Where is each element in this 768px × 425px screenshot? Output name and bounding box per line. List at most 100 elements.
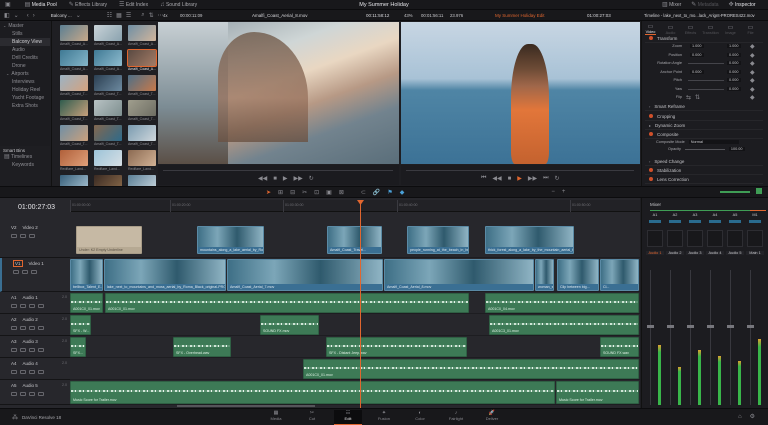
inspector-section-cropping[interactable]: Cropping	[645, 112, 763, 121]
mixer-eq-box[interactable]	[667, 230, 683, 247]
transform-y-field[interactable]: 0.000	[727, 52, 741, 57]
audio-clip[interactable]: A001C0_01.mov	[303, 359, 639, 379]
lock-icon[interactable]	[11, 304, 17, 308]
track-header-v2[interactable]: V2 Video 2	[0, 222, 70, 258]
solo-icon[interactable]	[29, 234, 35, 238]
bin-item[interactable]: Balcony View	[0, 38, 50, 46]
snapping-icon[interactable]: ⊂	[361, 189, 366, 196]
page-deliver[interactable]: 🚀 Deliver	[478, 410, 506, 421]
solo-icon[interactable]	[29, 326, 35, 330]
mixer-fader-track[interactable]	[710, 270, 711, 405]
media-clip-thumbnail[interactable]	[94, 150, 122, 166]
fast-forward-icon[interactable]: ▶▶	[528, 175, 537, 182]
audio-clip[interactable]: A001C3_01.mov	[489, 315, 639, 335]
stop-icon[interactable]: ■	[273, 176, 277, 182]
enable-toggle[interactable]	[649, 168, 653, 172]
audio-clip[interactable]: SFX - W...	[70, 315, 91, 335]
bin-item[interactable]: Extra Shots	[0, 102, 50, 110]
mixer-bus-assign[interactable]	[649, 220, 661, 223]
inspector-tab-image[interactable]: ▭ Image	[725, 24, 736, 35]
opacity-field[interactable]: 100.00	[728, 147, 745, 151]
keyframe-icon[interactable]: ◆	[750, 52, 755, 59]
chevron-down-icon[interactable]: ⌄	[6, 70, 9, 78]
keyframe-icon[interactable]: ◆	[750, 86, 755, 93]
solo-icon[interactable]	[29, 370, 35, 374]
transform-section[interactable]: Transform	[645, 34, 763, 43]
flag-icon[interactable]: ⚑	[387, 189, 392, 196]
media-clip-thumbnail[interactable]	[128, 75, 156, 91]
sidebar-toggle-icon[interactable]: ◧	[4, 12, 10, 19]
transform-y-field[interactable]: 0.000	[727, 69, 741, 74]
zoom-in-icon[interactable]: +	[562, 189, 566, 195]
inspector-tab-transition[interactable]: ▭ Transition	[702, 24, 719, 35]
keyframe-icon[interactable]: ◆	[750, 69, 755, 76]
search-icon[interactable]: ⌕	[141, 12, 144, 19]
loop-icon[interactable]: ↻	[309, 175, 314, 182]
audio-clip[interactable]: SFX...	[70, 337, 86, 357]
track-header-a3[interactable]: A3 Audio 3 2.0	[0, 336, 70, 358]
program-scrubber[interactable]	[406, 170, 634, 171]
bin-item[interactable]: Audio	[0, 46, 50, 54]
video-clip[interactable]: Clip between big...	[557, 259, 599, 291]
transform-slider[interactable]	[688, 80, 724, 81]
audio-clip[interactable]: SOUND FX.wav	[600, 337, 639, 357]
track-header-a5[interactable]: A5 Audio 5 2.0	[0, 380, 70, 405]
enable-toggle[interactable]	[649, 177, 653, 181]
track-header-v1[interactable]: V1 Video 1	[0, 258, 70, 292]
transform-y-field[interactable]: 1.000	[727, 44, 741, 48]
rewind-icon[interactable]: ◀◀	[258, 175, 267, 182]
transform-value-field[interactable]: 0.000	[727, 86, 741, 91]
media-clip-thumbnail[interactable]	[128, 150, 156, 166]
media-clip-thumbnail[interactable]	[60, 25, 88, 41]
keyframe-icon[interactable]: ◆	[750, 43, 755, 50]
mixer-fader-track[interactable]	[690, 270, 691, 405]
page-fairlight[interactable]: ♪ Fairlight	[442, 410, 470, 421]
lock-icon[interactable]	[11, 348, 17, 352]
mixer-bus-assign[interactable]	[709, 220, 721, 223]
settings-icon[interactable]: ⚙	[750, 413, 755, 420]
fast-forward-icon[interactable]: ▶▶	[293, 175, 302, 182]
mixer-fader-handle[interactable]	[687, 325, 694, 328]
enable-toggle[interactable]	[649, 114, 653, 118]
mute-icon[interactable]	[38, 348, 44, 352]
mixer-bus-assign[interactable]	[729, 220, 741, 223]
audio-clip[interactable]: A001C0_01.mov	[105, 293, 469, 313]
video-clip[interactable]: people_running_at_the_beach_in_brig...	[407, 226, 469, 254]
lock-icon[interactable]	[11, 234, 17, 238]
selection-tool-icon[interactable]: ➤	[266, 189, 271, 196]
lock-icon[interactable]	[11, 392, 17, 396]
forward-icon[interactable]: ›	[33, 13, 35, 19]
auto-select-icon[interactable]	[20, 234, 26, 238]
mixer-eq-box[interactable]	[647, 230, 663, 247]
inspector-tab-effects[interactable]: ▭ Effects	[685, 24, 697, 35]
inspector-section-speed-change[interactable]: › Speed Change	[645, 157, 763, 166]
solo-icon[interactable]	[29, 392, 35, 396]
inspector-section-dynamic-zoom[interactable]: ▸ Dynamic Zoom	[645, 121, 763, 130]
transform-value-field[interactable]: 0.000	[727, 78, 741, 82]
media-clip-thumbnail[interactable]	[128, 125, 156, 141]
video-clip[interactable]: lake_next_to_mountains_and_moss_aerial_b…	[104, 259, 226, 291]
bin-dropdown[interactable]: Balcony ...	[51, 13, 72, 18]
mixer-fader-handle[interactable]	[707, 325, 714, 328]
transform-x-field[interactable]: 0.000	[690, 69, 704, 74]
track-header-a1[interactable]: A1 Audio 1 2.0	[0, 292, 70, 314]
blade-tool-icon[interactable]: ✂	[302, 189, 307, 196]
bin-item[interactable]: Stills	[0, 30, 50, 38]
video-clip[interactable]: mountains_along_a_lake_aerial_by_Roma...	[197, 226, 264, 254]
media-clip-thumbnail[interactable]	[94, 25, 122, 41]
list-view-icon[interactable]: ☷	[107, 12, 112, 19]
timeline-zoom[interactable]: 43%	[404, 13, 413, 18]
inspector-tab-file[interactable]: ▭ File	[745, 24, 756, 35]
mixer-fader-handle[interactable]	[667, 325, 674, 328]
keyframe-icon[interactable]: ◆	[750, 94, 755, 101]
source-viewer[interactable]	[158, 22, 399, 164]
inspector-tab-audio[interactable]: ▭ Audio	[665, 24, 676, 35]
bin-item[interactable]: Interviews	[0, 78, 50, 86]
media-clip-thumbnail[interactable]	[128, 25, 156, 41]
auto-select-icon[interactable]	[20, 370, 26, 374]
smart-bin-keywords[interactable]: Keywords	[0, 161, 50, 169]
audio-clip[interactable]: SOUND FX.mov	[260, 315, 319, 335]
trim-tool-icon[interactable]: ⊞	[278, 189, 283, 196]
mixer-fader-track[interactable]	[650, 270, 651, 405]
timeline-name-dropdown[interactable]: My Summer Holiday Edit	[495, 13, 545, 18]
